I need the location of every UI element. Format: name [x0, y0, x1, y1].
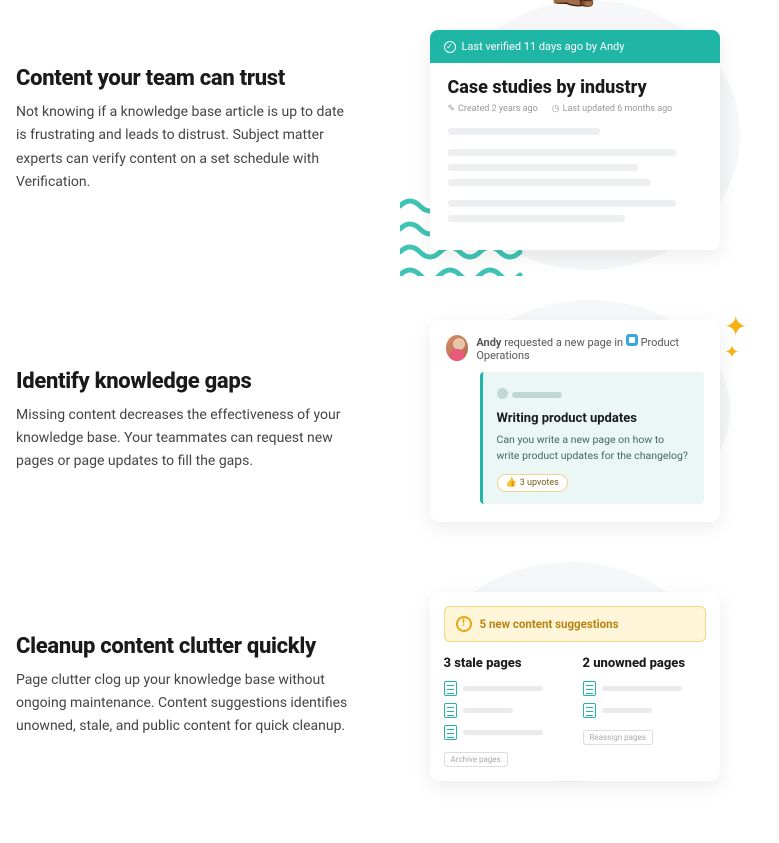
document-icon [583, 703, 596, 718]
thumbs-up-icon: 👍🏾 [545, 0, 605, 6]
created-label: Created 2 years ago [458, 104, 538, 114]
request-title: Writing product updates [497, 411, 690, 426]
alert-text: 5 new content suggestions [480, 617, 619, 631]
feature-text: Cleanup content clutter quickly Page clu… [16, 634, 356, 738]
thumbs-up-icon: 👍 [506, 478, 517, 488]
feature-row-gaps: Identify knowledge gaps Missing content … [16, 320, 763, 522]
skeleton-line [602, 686, 682, 691]
check-circle-icon: ✓ [444, 41, 456, 53]
feature-illustration: ✦ ✦ Andy requested a new page in Product… [386, 320, 763, 522]
feature-heading: Content your team can trust [16, 66, 356, 91]
list-item [444, 703, 567, 718]
pencil-icon: ✎ [448, 104, 456, 114]
column-title: 3 stale pages [444, 656, 567, 671]
clock-icon: ◷ [552, 104, 560, 114]
verification-card: ✓ Last verified 11 days ago by Andy Case… [430, 30, 720, 250]
document-icon [583, 681, 596, 696]
page-meta: ✎Created 2 years ago ◷Last updated 6 mon… [448, 104, 702, 114]
dot-icon [497, 388, 508, 399]
column-title: 2 unowned pages [583, 656, 706, 671]
document-icon [444, 681, 457, 696]
request-body-panel: Writing product updates Can you write a … [480, 372, 704, 504]
upvote-count: 3 upvotes [520, 478, 559, 488]
reassign-pages-button[interactable]: Reassign pages [583, 730, 653, 745]
feature-body: Not knowing if a knowledge base article … [16, 101, 356, 193]
document-icon [444, 725, 457, 740]
feature-row-trust: Content your team can trust Not knowing … [16, 10, 763, 250]
feature-row-cleanup: Cleanup content clutter quickly Page clu… [16, 592, 763, 781]
skeleton-line [448, 128, 600, 135]
page-title: Case studies by industry [448, 77, 702, 98]
feature-illustration: ! 5 new content suggestions 3 stale page… [386, 592, 763, 781]
skeleton-line [448, 200, 677, 207]
content-suggestions-card: ! 5 new content suggestions 3 stale page… [430, 592, 720, 781]
alert-icon: ! [456, 616, 472, 632]
skeleton-line [448, 149, 677, 156]
feature-body: Page clutter clog up your knowledge base… [16, 669, 356, 738]
skeleton-line [512, 392, 562, 398]
archive-pages-button[interactable]: Archive pages [444, 752, 508, 767]
requester-name: Andy [476, 336, 501, 349]
sparkle-icon: ✦ [724, 310, 747, 343]
request-description: Can you write a new page on how to write… [497, 432, 690, 464]
sparkle-icon: ✦ [724, 342, 739, 363]
alert-banner: ! 5 new content suggestions [444, 606, 706, 642]
upvote-badge[interactable]: 👍 3 upvotes [497, 474, 568, 492]
skeleton-line [463, 708, 513, 713]
skeleton-line [448, 215, 626, 222]
list-item [583, 681, 706, 696]
feature-heading: Cleanup content clutter quickly [16, 634, 356, 659]
request-action-text: requested a new page in [504, 336, 623, 349]
unowned-pages-column: 2 unowned pages Reassign pages [583, 656, 706, 767]
avatar [446, 335, 469, 361]
feature-text: Content your team can trust Not knowing … [16, 66, 356, 193]
verified-banner: ✓ Last verified 11 days ago by Andy [430, 30, 720, 63]
skeleton-line [448, 179, 651, 186]
stale-pages-column: 3 stale pages Archive pages [444, 656, 567, 767]
skeleton-line [602, 708, 652, 713]
feature-body: Missing content decreases the effectiven… [16, 404, 356, 473]
list-item [583, 703, 706, 718]
feature-text: Identify knowledge gaps Missing content … [16, 369, 356, 473]
page-request-card: Andy requested a new page in Product Ope… [430, 320, 720, 522]
space-icon [626, 334, 638, 346]
feature-heading: Identify knowledge gaps [16, 369, 356, 394]
skeleton-line [463, 686, 543, 691]
skeleton-line [463, 730, 543, 735]
verified-text: Last verified 11 days ago by Andy [462, 40, 625, 53]
list-item [444, 681, 567, 696]
updated-label: Last updated 6 months ago [563, 104, 673, 114]
skeleton-line [448, 164, 639, 171]
list-item [444, 725, 567, 740]
request-header: Andy requested a new page in Product Ope… [446, 334, 704, 362]
document-icon [444, 703, 457, 718]
feature-illustration: 👍🏾 ✓ Last verified 11 days ago by Andy C… [386, 10, 763, 250]
